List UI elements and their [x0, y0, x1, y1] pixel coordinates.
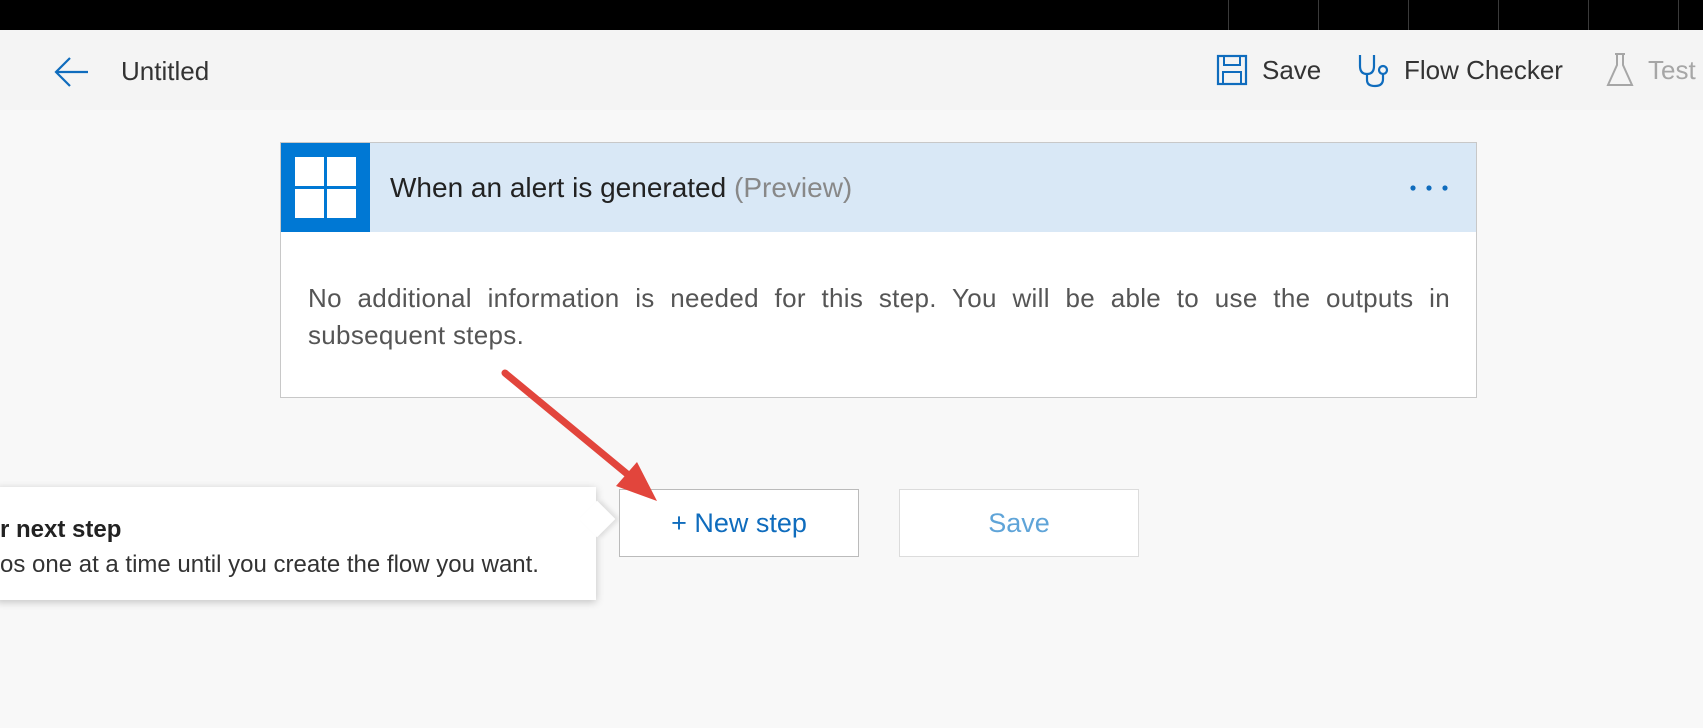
flow-checker-label: Flow Checker — [1404, 54, 1563, 85]
strip-divider — [1588, 0, 1589, 30]
strip-divider — [1408, 0, 1409, 30]
flow-title[interactable]: Untitled — [121, 56, 209, 87]
stethoscope-icon — [1358, 55, 1389, 88]
strip-divider — [1318, 0, 1319, 30]
callout-text: os one at a time until you create the fl… — [0, 551, 539, 578]
flow-checker-button[interactable]: Flow Checker — [1356, 50, 1563, 90]
connector-icon-tile — [281, 143, 370, 232]
ellipsis-icon — [1410, 185, 1448, 191]
flask-icon — [1606, 53, 1634, 86]
top-window-strip — [0, 0, 1703, 30]
save-command-button[interactable]: Save — [1216, 50, 1321, 90]
floppy-disk-icon — [1216, 54, 1248, 86]
new-step-button[interactable]: + New step — [619, 489, 859, 557]
strip-divider — [1228, 0, 1229, 30]
test-button[interactable]: Test — [1606, 50, 1696, 90]
trigger-card-title: When an alert is generated (Preview) — [390, 172, 852, 204]
back-arrow-icon — [54, 57, 88, 87]
callout-title: r next step — [0, 516, 122, 543]
windows-logo-icon — [295, 157, 356, 218]
save-command-label: Save — [1262, 54, 1322, 85]
save-button[interactable]: Save — [899, 489, 1139, 557]
strip-divider — [1678, 0, 1679, 30]
back-button[interactable] — [52, 52, 92, 92]
trigger-card: When an alert is generated (Preview) No … — [280, 142, 1477, 398]
trigger-card-body: No additional information is needed for … — [308, 283, 1450, 350]
trigger-card-header[interactable]: When an alert is generated (Preview) — [281, 143, 1476, 232]
trigger-title-text: When an alert is generated — [390, 172, 727, 203]
strip-divider — [1498, 0, 1499, 30]
test-label: Test — [1648, 54, 1696, 85]
more-options-button[interactable] — [1408, 173, 1450, 203]
preview-label: (Preview) — [734, 172, 853, 203]
